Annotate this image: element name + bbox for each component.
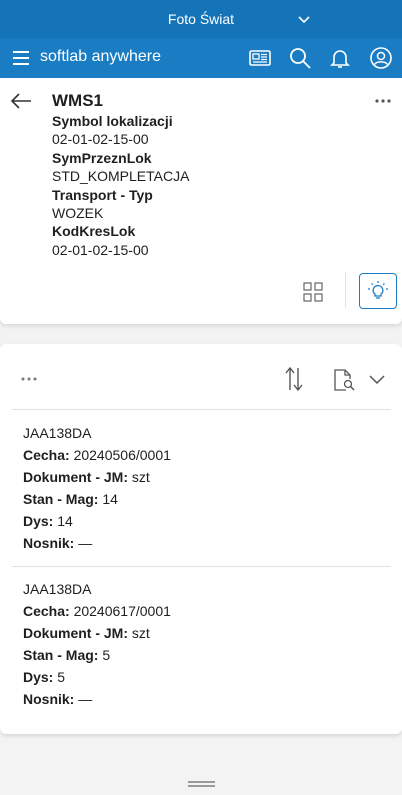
stan-label: Stan - Mag:: [23, 647, 99, 663]
location-fields: Symbol lokalizacji 02-01-02-15-00 SymPrz…: [52, 112, 189, 259]
search-document-icon[interactable]: [333, 368, 355, 392]
company-name: Foto Świat: [167, 11, 235, 27]
dys-label: Dys:: [23, 669, 54, 685]
nosnik-label: Nosnik:: [23, 691, 75, 707]
item-code: JAA138DA: [23, 581, 92, 597]
field-value: WOZEK: [52, 205, 104, 222]
field-label: Transport - Typ: [52, 186, 153, 203]
list-item[interactable]: JAA138DA Cecha: 20240617/0001 Dokument -…: [23, 578, 171, 710]
nosnik-value: —: [78, 691, 93, 707]
divider: [12, 409, 391, 410]
jm-value: szt: [131, 625, 150, 641]
field-value: 02-01-02-15-00: [52, 131, 149, 148]
field-label: KodKresLok: [52, 223, 136, 240]
location-header-card: WMS1 Symbol lokalizacji 02-01-02-15-00 S…: [0, 78, 402, 324]
cecha-value: 20240617/0001: [73, 603, 171, 619]
grip-icon[interactable]: [188, 781, 215, 787]
chevron-down-icon[interactable]: [296, 11, 312, 27]
field-value: STD_KOMPLETACJA: [52, 168, 190, 185]
sort-icon[interactable]: [284, 366, 304, 392]
item-code: JAA138DA: [23, 425, 92, 441]
app-bar: softlab anywhere: [0, 38, 402, 78]
list-item[interactable]: JAA138DA Cecha: 20240506/0001 Dokument -…: [23, 422, 171, 554]
stan-value: 14: [102, 491, 118, 507]
tiles-icon[interactable]: [303, 282, 323, 302]
search-icon[interactable]: [288, 46, 312, 70]
menu-icon[interactable]: [12, 49, 30, 67]
jm-value: szt: [131, 469, 150, 485]
news-icon[interactable]: [248, 46, 272, 70]
chevron-down-icon[interactable]: [368, 372, 386, 386]
company-selector[interactable]: Foto Świat: [0, 0, 402, 38]
app-brand: softlab anywhere: [40, 48, 161, 65]
dys-label: Dys:: [23, 513, 54, 529]
jm-label: Dokument - JM:: [23, 469, 128, 485]
cecha-label: Cecha:: [23, 603, 70, 619]
field-value: 02-01-02-15-00: [52, 241, 149, 258]
dys-value: 5: [57, 669, 66, 685]
divider: [345, 272, 346, 308]
cecha-value: 20240506/0001: [73, 447, 171, 463]
bell-icon[interactable]: [328, 46, 352, 70]
field-label: SymPrzeznLok: [52, 149, 152, 166]
cecha-label: Cecha:: [23, 447, 70, 463]
user-icon[interactable]: [369, 46, 393, 70]
more-icon[interactable]: [20, 376, 38, 382]
lightbulb-icon: [368, 281, 388, 299]
back-arrow-icon[interactable]: [10, 92, 32, 110]
stock-list-card: JAA138DA Cecha: 20240506/0001 Dokument -…: [0, 344, 402, 734]
divider: [12, 566, 391, 567]
more-icon[interactable]: [374, 98, 392, 104]
nosnik-value: —: [78, 535, 93, 551]
dys-value: 14: [57, 513, 73, 529]
field-label: Symbol lokalizacji: [52, 113, 173, 129]
page-title: WMS1: [52, 91, 103, 110]
stan-label: Stan - Mag:: [23, 491, 99, 507]
jm-label: Dokument - JM:: [23, 625, 128, 641]
nosnik-label: Nosnik:: [23, 535, 75, 551]
stan-value: 5: [102, 647, 111, 663]
insights-button[interactable]: [359, 273, 397, 309]
